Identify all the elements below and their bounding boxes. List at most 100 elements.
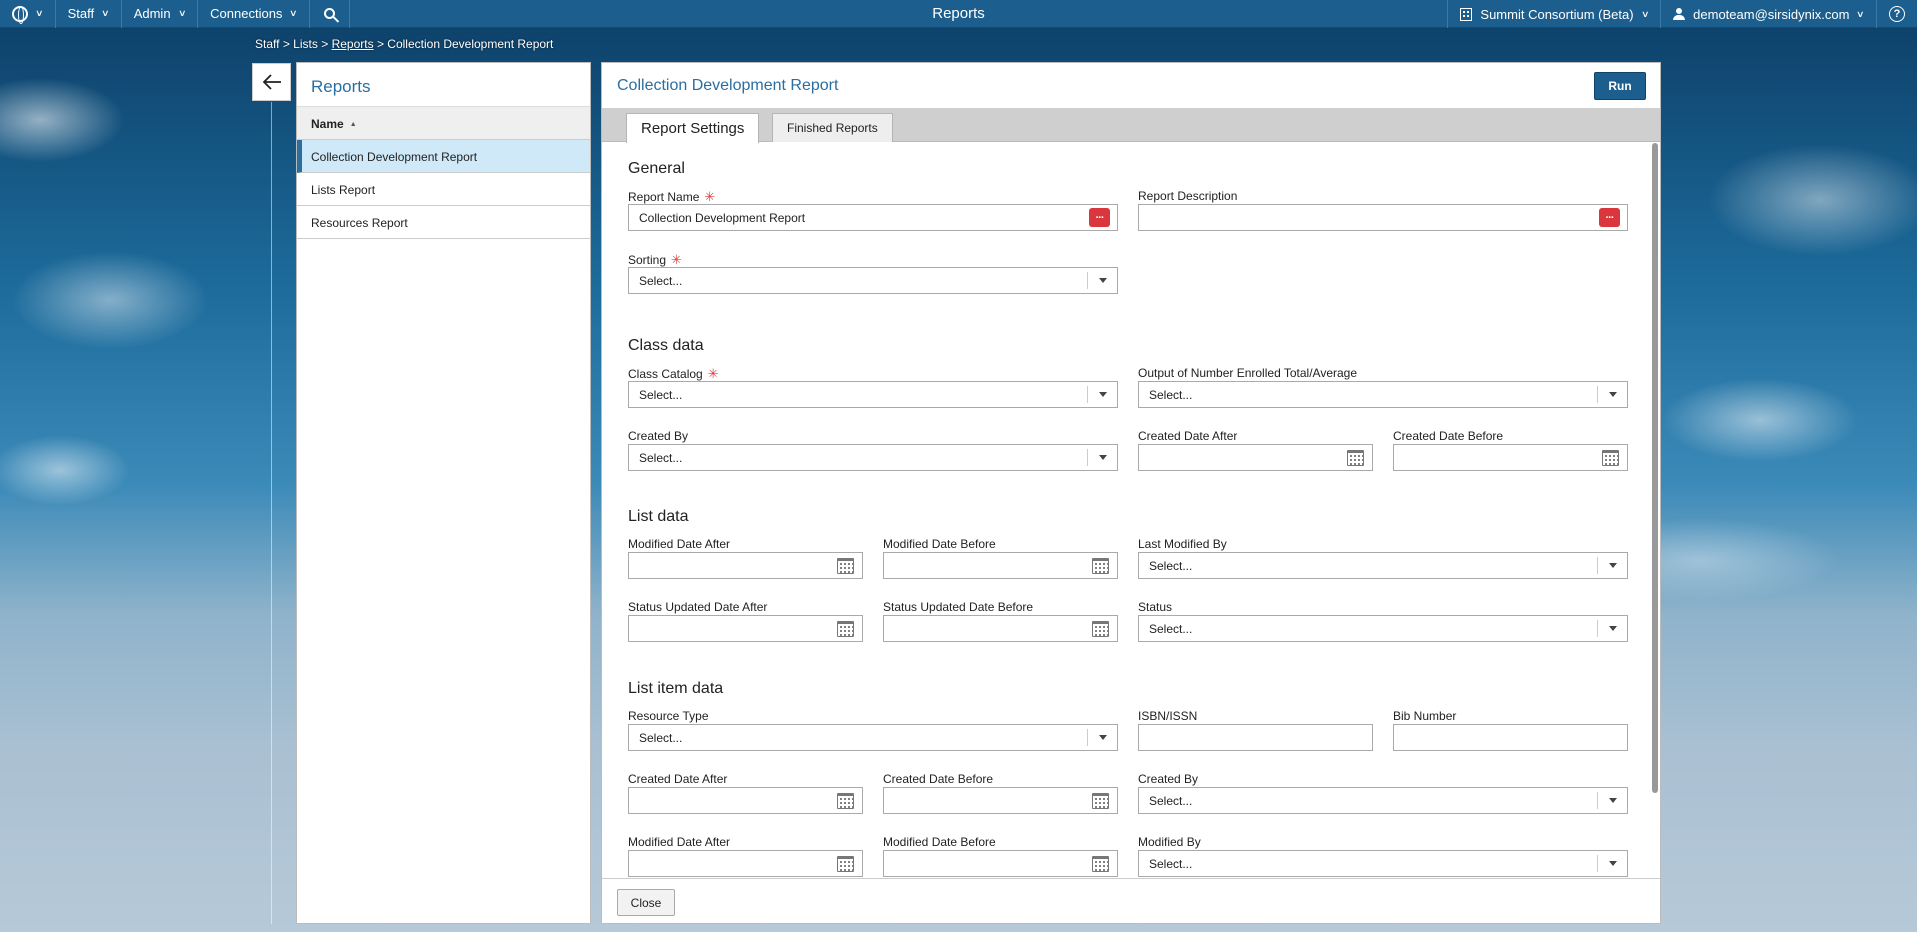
class-created-before-input[interactable] — [1393, 444, 1628, 471]
breadcrumb-separator: > — [376, 37, 384, 51]
consortium-label: Summit Consortium (Beta) — [1480, 6, 1634, 22]
section-class-data-title: Class data — [628, 337, 704, 354]
calendar-icon[interactable] — [1092, 558, 1109, 574]
required-asterisk-icon: ✳ — [707, 366, 719, 381]
name-column-label: Name — [311, 117, 344, 131]
chevron-down-icon: ∨ — [101, 8, 110, 18]
output-enrolled-select[interactable]: Select... — [1138, 381, 1628, 408]
report-description-label: Report Description — [1138, 189, 1238, 203]
search-button[interactable] — [310, 0, 351, 28]
user-menu[interactable]: demoteam@sirsidynix.com ∨ — [1660, 0, 1876, 28]
class-created-by-select[interactable]: Select... — [628, 444, 1118, 471]
reports-list-panel: Reports Name ▲ Collection Development Rep… — [296, 62, 591, 924]
resource-type-select[interactable]: Select... — [628, 724, 1118, 751]
calendar-icon[interactable] — [1092, 856, 1109, 872]
building-icon — [1460, 7, 1473, 21]
vertical-scrollbar[interactable] — [1652, 143, 1658, 793]
tab-bar: Report Settings Finished Reports — [602, 108, 1660, 143]
calendar-icon[interactable] — [1092, 621, 1109, 637]
list-item-collection-development-report[interactable]: Collection Development Report — [297, 140, 590, 173]
class-catalog-value: Select... — [639, 388, 683, 402]
status-updated-after-label: Status Updated Date After — [628, 600, 768, 614]
connections-menu-label: Connections — [210, 6, 283, 21]
calendar-icon[interactable] — [837, 793, 854, 809]
chevron-down-icon — [1087, 449, 1117, 466]
isbn-issn-input[interactable] — [1138, 724, 1373, 751]
tab-finished-reports[interactable]: Finished Reports — [772, 113, 893, 142]
class-created-by-label: Created By — [628, 429, 689, 443]
staff-menu[interactable]: Staff ∨ — [56, 0, 122, 28]
bib-number-input[interactable] — [1393, 724, 1628, 751]
status-updated-after-input[interactable] — [628, 615, 863, 642]
user-label: demoteam@sirsidynix.com — [1693, 6, 1850, 22]
item-modified-after-input[interactable] — [628, 850, 863, 877]
list-item-lists-report[interactable]: Lists Report — [297, 173, 590, 206]
search-icon — [324, 8, 336, 19]
item-created-after-label: Created Date After — [628, 772, 728, 786]
status-updated-before-label: Status Updated Date Before — [883, 600, 1034, 614]
list-item-resources-report[interactable]: Resources Report — [297, 206, 590, 239]
output-enrolled-value: Select... — [1149, 388, 1193, 402]
calendar-icon[interactable] — [837, 856, 854, 872]
report-description-input[interactable]: ··· — [1138, 204, 1628, 231]
isbn-issn-label: ISBN/ISSN — [1138, 709, 1198, 723]
list-modified-before-input[interactable] — [883, 552, 1118, 579]
more-options-icon[interactable]: ··· — [1599, 208, 1620, 227]
class-catalog-select[interactable]: Select... — [628, 381, 1118, 408]
required-asterisk-icon: ✳ — [704, 189, 716, 204]
consortium-menu[interactable]: Summit Consortium (Beta) ∨ — [1447, 0, 1660, 28]
help-button[interactable]: ? — [1876, 0, 1917, 28]
section-general-title: General — [628, 160, 685, 177]
chevron-down-icon — [1597, 620, 1627, 637]
sorting-select-value: Select... — [639, 274, 683, 288]
back-button[interactable] — [252, 63, 291, 101]
item-modified-before-input[interactable] — [883, 850, 1118, 877]
sorting-label-text: Sorting — [628, 253, 667, 267]
chevron-down-icon: ∨ — [289, 8, 299, 18]
calendar-icon[interactable] — [1347, 450, 1364, 466]
item-created-before-input[interactable] — [883, 787, 1118, 814]
calendar-icon[interactable] — [837, 621, 854, 637]
item-created-before-label: Created Date Before — [883, 772, 994, 786]
class-catalog-label-text: Class Catalog — [628, 367, 703, 381]
name-column-header[interactable]: Name ▲ — [297, 107, 590, 140]
run-button[interactable]: Run — [1594, 72, 1646, 100]
chevron-down-icon — [1087, 729, 1117, 746]
chevron-down-icon — [1087, 272, 1117, 289]
item-created-by-select[interactable]: Select... — [1138, 787, 1628, 814]
breadcrumb-separator: > — [321, 37, 329, 51]
status-updated-before-input[interactable] — [883, 615, 1118, 642]
sorting-label: Sorting ✳ — [628, 252, 682, 268]
chevron-down-icon: ∨ — [177, 8, 187, 18]
status-select[interactable]: Select... — [1138, 615, 1628, 642]
chevron-down-icon — [1597, 855, 1627, 872]
sorting-select[interactable]: Select... — [628, 267, 1118, 294]
app-menu-button[interactable]: ∨ — [0, 0, 56, 28]
more-options-icon[interactable]: ··· — [1089, 208, 1110, 227]
admin-menu[interactable]: Admin ∨ — [122, 0, 199, 28]
section-list-data-title: List data — [628, 508, 689, 525]
item-created-after-input[interactable] — [628, 787, 863, 814]
item-created-by-label: Created By — [1138, 772, 1199, 786]
report-name-input[interactable]: Collection Development Report ··· — [628, 204, 1118, 231]
item-modified-by-select[interactable]: Select... — [1138, 850, 1628, 877]
class-created-after-label: Created Date After — [1138, 429, 1238, 443]
item-modified-by-label: Modified By — [1138, 835, 1201, 849]
list-modified-after-input[interactable] — [628, 552, 863, 579]
list-modified-after-label: Modified Date After — [628, 537, 731, 551]
report-name-label: Report Name ✳ — [628, 189, 715, 205]
calendar-icon[interactable] — [1092, 793, 1109, 809]
chevron-down-icon — [1597, 386, 1627, 403]
calendar-icon[interactable] — [837, 558, 854, 574]
calendar-icon[interactable] — [1602, 450, 1619, 466]
last-modified-by-select[interactable]: Select... — [1138, 552, 1628, 579]
tab-report-settings[interactable]: Report Settings — [626, 113, 760, 143]
arrow-left-icon — [262, 74, 281, 90]
connections-menu[interactable]: Connections ∨ — [198, 0, 311, 28]
class-created-after-input[interactable] — [1138, 444, 1373, 471]
breadcrumb-reports-link[interactable]: Reports — [332, 37, 374, 51]
item-created-by-value: Select... — [1149, 794, 1193, 808]
user-icon — [1673, 8, 1686, 20]
report-title: Collection Development Report — [617, 77, 839, 94]
close-button[interactable]: Close — [617, 889, 675, 916]
